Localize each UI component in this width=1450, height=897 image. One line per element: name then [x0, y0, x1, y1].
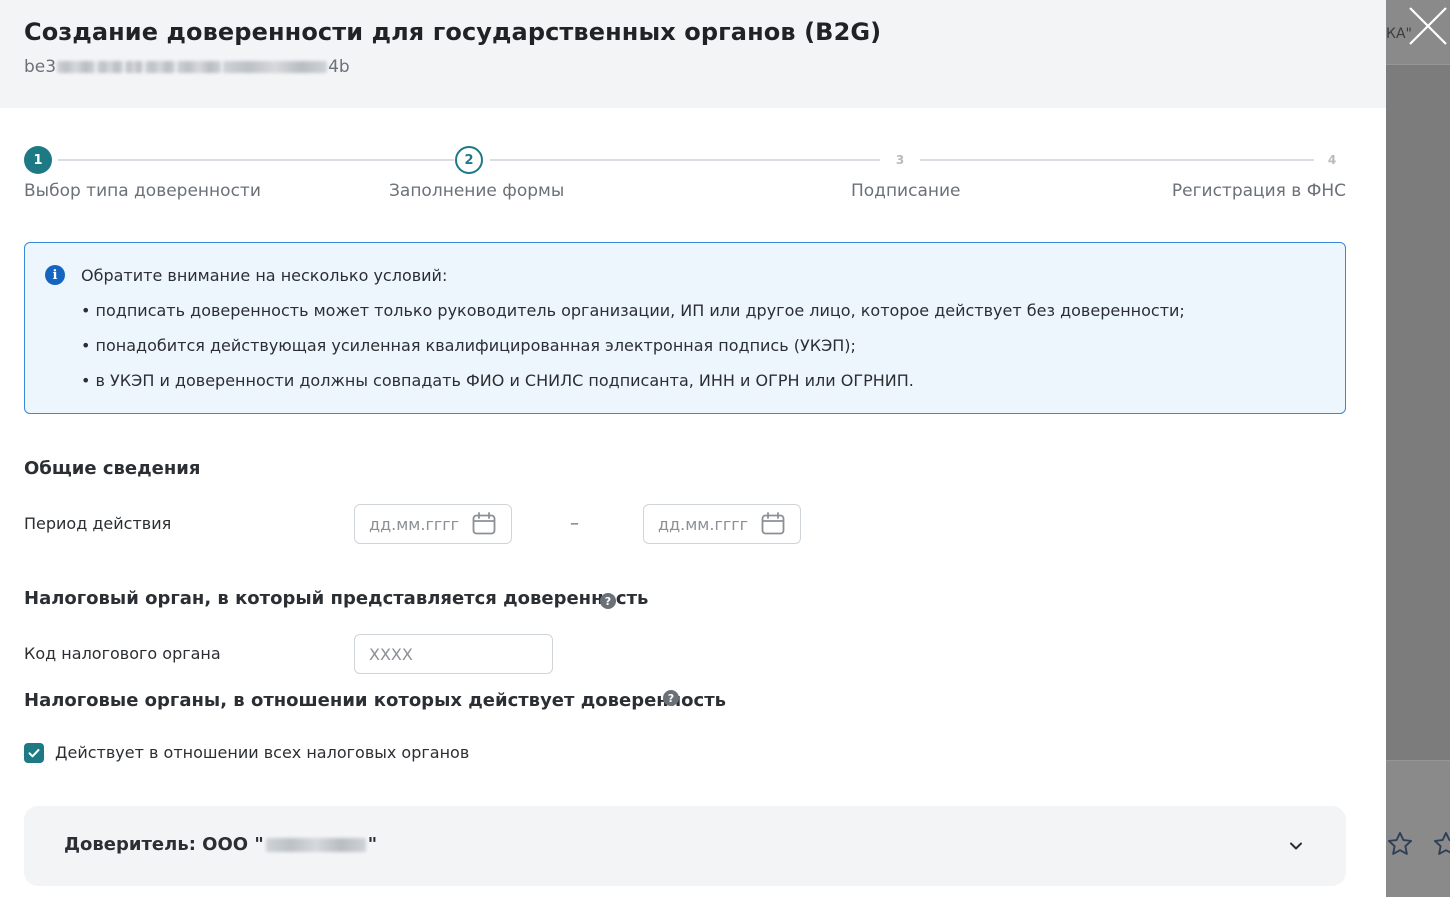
redacted-text: [97, 61, 124, 73]
period-label: Период действия: [24, 514, 172, 533]
step-3-label: Подписание: [851, 181, 961, 201]
date-range-separator: –: [570, 513, 579, 534]
calendar-icon[interactable]: [471, 511, 497, 537]
create-power-of-attorney-modal: Создание доверенности для государственны…: [0, 0, 1386, 897]
redacted-text: [265, 837, 366, 852]
step-4-label: Регистрация в ФНС: [1171, 181, 1346, 201]
principal-prefix: Доверитель: ООО ": [64, 834, 264, 855]
step-connector: [920, 159, 1314, 161]
step-connector: [490, 159, 880, 161]
step-connector: [58, 159, 454, 161]
modal-header: Создание доверенности для государственны…: [0, 0, 1386, 108]
principal-accordion[interactable]: Доверитель: ООО " ": [24, 806, 1346, 886]
conditions-info-box: i Обратите внимание на несколько условий…: [24, 242, 1346, 414]
date-from-placeholder: дд.мм.гггг: [369, 514, 460, 534]
info-heading: Обратите внимание на несколько условий:: [81, 266, 448, 285]
date-from-input[interactable]: дд.мм.гггг: [354, 504, 512, 544]
info-item: • подписать доверенность может только ру…: [81, 301, 1185, 320]
all-tax-authorities-checkbox[interactable]: [24, 743, 44, 763]
all-tax-authorities-label[interactable]: Действует в отношении всех налоговых орг…: [55, 743, 469, 762]
redacted-text: [57, 61, 96, 73]
redacted-text: [125, 61, 144, 73]
tax-code-placeholder: XXXX: [369, 644, 413, 664]
redacted-text: [145, 61, 176, 73]
redacted-text: [223, 61, 328, 73]
modal-title: Создание доверенности для государственны…: [24, 18, 882, 46]
step-4-indicator: 4: [1318, 146, 1346, 174]
star-icon: [1433, 831, 1450, 855]
calendar-icon[interactable]: [760, 511, 786, 537]
step-2-indicator[interactable]: 2: [455, 146, 483, 174]
tax-authorities-scope-title: Налоговые органы, в отношении которых де…: [24, 690, 727, 711]
step-3-indicator: 3: [886, 146, 914, 174]
stepper: 1 2 3 4 Выбор типа доверенности Заполнен…: [24, 145, 1346, 205]
step-2-label[interactable]: Заполнение формы: [389, 181, 564, 201]
help-icon[interactable]: ?: [600, 593, 616, 609]
principal-title: Доверитель: ООО " ": [64, 834, 377, 855]
general-section-title: Общие сведения: [24, 458, 201, 479]
document-id-suffix: 4b: [328, 57, 350, 77]
tax-code-label: Код налогового органа: [24, 644, 221, 663]
document-id-prefix: be3: [24, 57, 57, 77]
principal-suffix: ": [367, 834, 378, 855]
date-to-input[interactable]: дд.мм.гггг: [643, 504, 801, 544]
close-icon[interactable]: [1404, 2, 1450, 48]
chevron-down-icon[interactable]: [1286, 836, 1306, 856]
info-item: • в УКЭП и доверенности должны совпадать…: [81, 371, 914, 390]
info-icon: i: [45, 265, 65, 285]
star-icon: [1387, 831, 1413, 855]
tax-code-input[interactable]: XXXX: [354, 634, 553, 674]
background-footer: [1386, 760, 1450, 897]
step-1-label[interactable]: Выбор типа доверенности: [24, 181, 261, 201]
date-to-placeholder: дд.мм.гггг: [658, 514, 749, 534]
help-icon[interactable]: ?: [663, 690, 679, 706]
info-item: • понадобится действующая усиленная квал…: [81, 336, 856, 355]
step-1-indicator[interactable]: 1: [24, 146, 52, 174]
background-page: КА": [1386, 0, 1450, 897]
document-id: be3 4b: [24, 57, 350, 77]
check-icon: [28, 749, 40, 758]
tax-authority-section-title: Налоговый орган, в который представляетс…: [24, 588, 649, 609]
redacted-text: [177, 61, 222, 73]
